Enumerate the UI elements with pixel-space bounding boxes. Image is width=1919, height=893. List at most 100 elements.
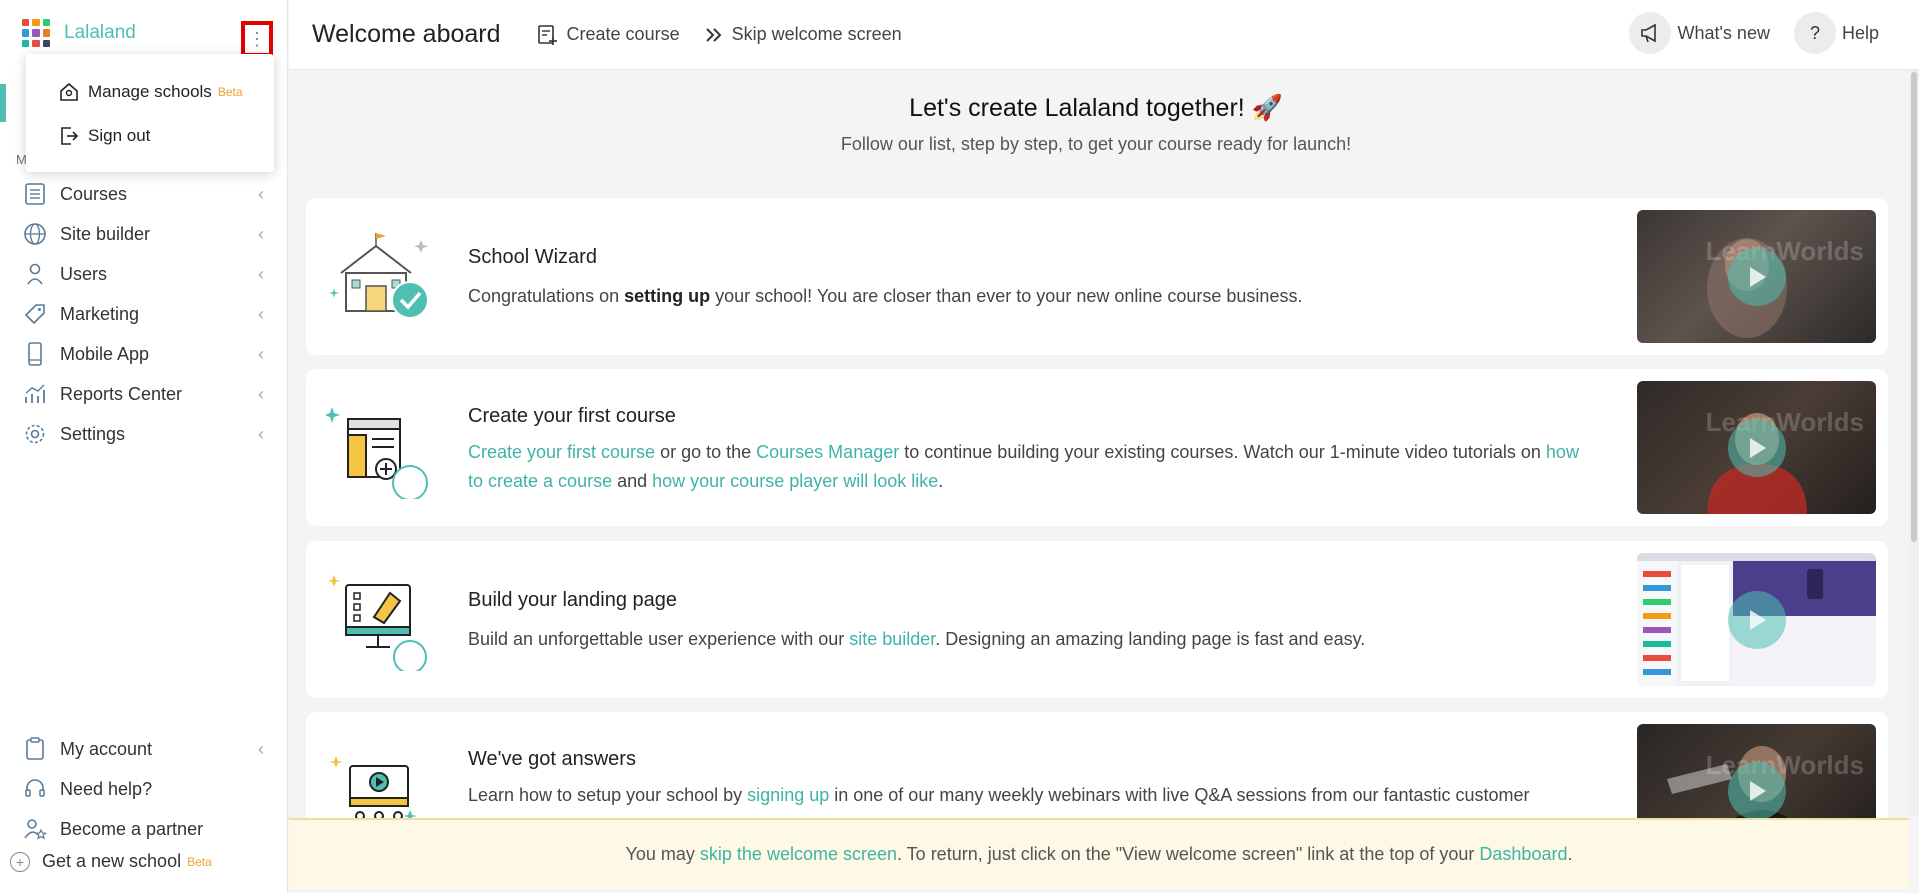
video-thumbnail[interactable]: LearnWorlds <box>1637 381 1876 514</box>
chevron-left-icon: ‹ <box>258 423 264 444</box>
active-nav-indicator <box>0 84 6 122</box>
skip-welcome-screen-link[interactable]: skip the welcome screen <box>700 844 897 865</box>
site-builder-link[interactable]: site builder <box>849 629 935 649</box>
sign-out-icon <box>58 125 80 147</box>
double-chevron-right-icon <box>704 25 724 45</box>
card-text: Learn how to setup your school by <box>468 785 748 805</box>
sidebar-item-become-partner[interactable]: Become a partner <box>0 809 288 849</box>
card-text: Build an unforgettable user experience w… <box>468 629 850 649</box>
sidebar-item-marketing[interactable]: Marketing ‹ <box>0 294 288 334</box>
hero-subtitle: Follow our list, step by step, to get yo… <box>840 134 1352 154</box>
chevron-left-icon: ‹ <box>258 303 264 324</box>
chevron-left-icon: ‹ <box>258 223 264 244</box>
course-illustration <box>324 399 436 501</box>
video-watermark: LearnWorlds <box>1705 236 1864 266</box>
whats-new-button[interactable]: What's new <box>1629 12 1770 54</box>
sidebar-item-mobile-app[interactable]: Mobile App ‹ <box>0 334 288 374</box>
sidebar-item-label: Reports Center <box>60 383 183 404</box>
sidebar-item-label: Courses <box>60 183 128 204</box>
signing-up-link[interactable]: signing up <box>747 785 829 805</box>
sidebar-item-label: Need help? <box>60 778 153 799</box>
plus-circle-icon: + <box>10 851 30 872</box>
menu-item-sign-out[interactable]: Sign out <box>26 114 274 158</box>
card-text: or go to the <box>655 442 757 462</box>
school-house-icon <box>58 81 80 103</box>
card-create-first-course: Create your first course Create your fir… <box>306 369 1888 526</box>
sidebar-item-label: Marketing <box>60 303 140 324</box>
play-icon[interactable] <box>1728 248 1786 306</box>
get-new-school-link[interactable]: + Get a new school Beta <box>10 851 212 872</box>
skip-welcome-banner: You may skip the welcome screen. To retu… <box>289 818 1909 889</box>
play-icon[interactable] <box>1728 419 1786 477</box>
create-first-course-link[interactable]: Create your first course <box>468 442 655 462</box>
banner-text: You may <box>625 844 695 864</box>
app-grid-icon <box>22 19 50 47</box>
sidebar-item-settings[interactable]: Settings ‹ <box>0 414 288 454</box>
sidebar-item-users[interactable]: Users ‹ <box>0 254 288 294</box>
gear-icon <box>22 421 48 447</box>
courses-manager-link[interactable]: Courses Manager <box>756 442 899 462</box>
sidebar-item-label: Users <box>60 263 108 284</box>
play-icon[interactable] <box>1728 591 1786 649</box>
menu-item-manage-schools[interactable]: Manage schools Beta <box>26 70 274 114</box>
sidebar-item-label: Site builder <box>60 223 151 244</box>
tag-icon <box>22 301 48 327</box>
sidebar-item-reports-center[interactable]: Reports Center ‹ <box>0 374 288 414</box>
sign-out-label: Sign out <box>88 126 151 145</box>
account-dropdown-menu: Manage schools Beta Sign out <box>26 54 274 172</box>
card-text: to continue building your existing cours… <box>899 442 1546 462</box>
main-content: Let's create Lalaland together! 🚀 Follow… <box>289 70 1919 893</box>
scrollbar-thumb[interactable] <box>1911 72 1917 542</box>
brand-name[interactable]: Lalaland <box>64 22 136 44</box>
card-text: your school! You are closer than ever to… <box>710 286 1303 306</box>
page-title: Welcome aboard <box>312 20 501 48</box>
new-school-label: Get a new school <box>42 851 182 871</box>
main-scrollbar[interactable] <box>1909 70 1919 815</box>
kebab-menu-button[interactable]: ⋮ <box>241 21 273 57</box>
play-icon[interactable] <box>1728 762 1786 820</box>
sidebar-item-label: Become a partner <box>60 818 204 839</box>
card-body: Learn how to setup your school by signin… <box>468 781 1598 810</box>
skip-welcome-screen-button[interactable]: Skip welcome screen <box>704 24 902 45</box>
school-wizard-illustration <box>326 228 436 328</box>
sidebar-item-label: Settings <box>60 423 126 444</box>
card-title: Build your landing page <box>468 589 678 611</box>
chevron-left-icon: ‹ <box>258 263 264 284</box>
banner-text: . <box>1567 844 1573 864</box>
globe-icon <box>22 221 48 247</box>
video-watermark: LearnWorlds <box>1705 750 1864 780</box>
card-bold-text: setting up <box>624 286 711 306</box>
manage-schools-label: Manage schools <box>88 82 212 101</box>
course-player-link[interactable]: how your course player will look like <box>652 471 938 491</box>
card-text: and <box>612 471 653 491</box>
sidebar-item-need-help[interactable]: Need help? <box>0 769 288 809</box>
kebab-icon: ⋮ <box>248 28 266 49</box>
card-school-wizard: School Wizard Congratulations on setting… <box>306 198 1888 355</box>
banner-text: . To return, just click on the "View wel… <box>897 844 1475 864</box>
video-thumbnail[interactable] <box>1637 553 1876 686</box>
whats-new-label: What's new <box>1677 22 1770 43</box>
add-document-icon <box>537 24 559 46</box>
sidebar-nav: Courses ‹ Site builder ‹ Users ‹ Marketi… <box>0 174 288 454</box>
chevron-left-icon: ‹ <box>258 738 264 759</box>
help-label: Help <box>1841 22 1879 43</box>
chevron-left-icon: ‹ <box>258 183 264 204</box>
card-body: Congratulations on setting up your schoo… <box>468 282 1598 311</box>
sidebar-item-my-account[interactable]: My account ‹ <box>0 729 288 769</box>
card-title: We've got answers <box>468 748 636 770</box>
courses-icon <box>22 181 48 207</box>
video-thumbnail[interactable]: LearnWorlds <box>1637 210 1876 343</box>
skip-welcome-label: Skip welcome screen <box>731 24 902 44</box>
card-title: School Wizard <box>468 246 597 268</box>
card-text: . <box>938 471 944 491</box>
help-button[interactable]: ? Help <box>1793 12 1879 54</box>
dashboard-link[interactable]: Dashboard <box>1479 844 1567 865</box>
headset-icon <box>22 776 48 802</box>
chart-icon <box>22 381 48 407</box>
card-build-landing-page: Build your landing page Build an unforge… <box>306 541 1888 698</box>
megaphone-icon <box>1629 12 1672 54</box>
card-text: . Designing an amazing landing page is f… <box>935 629 1366 649</box>
create-course-button[interactable]: Create course <box>537 24 680 46</box>
sidebar-item-courses[interactable]: Courses ‹ <box>0 174 288 214</box>
sidebar-item-site-builder[interactable]: Site builder ‹ <box>0 214 288 254</box>
